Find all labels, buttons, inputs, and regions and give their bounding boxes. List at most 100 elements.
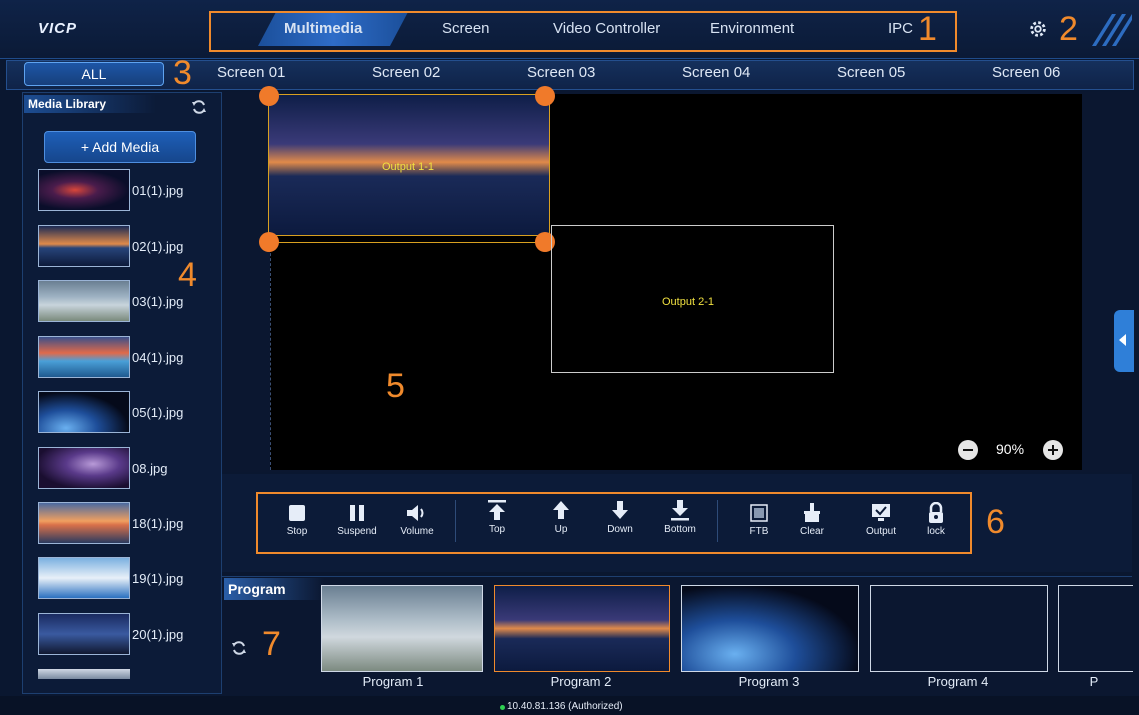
up-label: Up [554,524,568,535]
move-bottom-icon [671,500,689,521]
monitor-check-icon [872,504,890,521]
ftb-button[interactable]: FTB [730,498,788,546]
media-item[interactable]: 20(1).jpg [38,613,208,657]
media-thumbnail [38,336,130,378]
zoom-out-button[interactable] [958,440,978,460]
move-up-icon [553,501,569,519]
add-media-button[interactable]: + Add Media [44,131,196,163]
gear-icon[interactable] [1027,18,1049,40]
annotation-number-1: 1 [918,10,937,48]
screen-tab-04[interactable]: Screen 04 [682,64,750,81]
volume-icon [407,505,424,521]
screen-tab-03[interactable]: Screen 03 [527,64,595,81]
move-top-icon [488,500,506,520]
media-item[interactable]: 08.jpg [38,447,208,491]
output-button[interactable]: Output [852,498,910,546]
lock-icon [929,502,943,523]
toolbar-separator [717,500,718,542]
media-item[interactable]: 04(1).jpg [38,336,208,380]
media-item-label: 01(1).jpg [132,183,184,198]
output-label-1: Output 1-1 [382,161,434,173]
move-down-icon [612,501,628,519]
decorative-stripes [1092,14,1132,46]
down-label: Down [607,524,633,535]
program-title: Program [224,578,324,600]
bottom-button[interactable]: Bottom [651,494,709,542]
app-logo: VICP [38,20,78,37]
resize-handle-top-left[interactable] [259,86,279,106]
resize-handle-bottom-left[interactable] [259,232,279,252]
top-label: Top [488,524,506,535]
refresh-icon[interactable] [231,640,247,656]
program-slot-3[interactable] [681,585,859,672]
up-button[interactable]: Up [532,494,590,542]
suspend-label: Suspend [337,526,377,537]
media-item-label: 20(1).jpg [132,627,184,642]
clear-button[interactable]: Clear [783,498,841,546]
media-item[interactable]: 01(1).jpg [38,169,208,213]
program-slot-2[interactable] [494,585,670,672]
media-thumbnail [38,613,130,655]
all-screens-button[interactable]: ALL [24,62,164,86]
broom-icon [804,503,820,522]
resize-handle-top-right[interactable] [535,86,555,106]
media-item-label: 18(1).jpg [132,516,184,531]
media-item-label: 19(1).jpg [132,571,184,586]
lock-button[interactable]: lock [907,498,965,546]
program-label-1: Program 1 [362,674,424,689]
volume-label: Volume [400,526,434,537]
annotation-box-1 [209,11,957,52]
media-thumbnail [38,280,130,322]
output-label-2: Output 2-1 [662,296,714,308]
output-window-1-bar [268,234,550,243]
annotation-number-5: 5 [386,367,405,405]
volume-button[interactable]: Volume [388,498,446,546]
refresh-icon[interactable] [191,99,207,115]
media-thumbnail [38,169,130,211]
stop-button[interactable]: Stop [268,498,326,546]
media-item-label: 05(1).jpg [132,405,184,420]
ftb-icon [750,504,768,522]
media-thumbnail-partial[interactable] [38,669,130,679]
media-item[interactable]: 19(1).jpg [38,557,208,601]
media-item[interactable]: 18(1).jpg [38,502,208,546]
side-panel-toggle[interactable] [1114,310,1134,372]
media-item-label: 04(1).jpg [132,350,184,365]
zoom-in-button[interactable] [1043,440,1063,460]
screen-tab-02[interactable]: Screen 02 [372,64,440,81]
clear-label: Clear [800,526,824,537]
connection-status: 10.40.81.136 (Authorized) [507,701,623,712]
suspend-button[interactable]: Suspend [328,498,386,546]
screen-tab-06[interactable]: Screen 06 [992,64,1060,81]
output-label: Output [865,526,897,537]
media-item[interactable]: 05(1).jpg [38,391,208,435]
media-thumbnail [38,225,130,267]
program-slot-5[interactable] [1058,585,1133,672]
program-slot-1[interactable] [321,585,483,672]
lock-label: lock [927,526,945,537]
annotation-number-6: 6 [986,503,1005,541]
screen-tab-01[interactable]: Screen 01 [217,64,285,81]
zoom-level: 90% [996,441,1025,457]
media-item-label: 03(1).jpg [132,294,184,309]
down-button[interactable]: Down [591,494,649,542]
stop-icon [289,505,305,521]
program-slot-4[interactable] [870,585,1048,672]
ftb-label: FTB [749,526,769,537]
media-thumbnail [38,502,130,544]
bottom-label: Bottom [664,524,696,535]
stop-label: Stop [286,526,308,537]
media-item-label: 08.jpg [132,461,168,476]
toolbar-separator [455,500,456,542]
media-thumbnail [38,557,130,599]
program-label-5: P [1089,674,1099,689]
top-button[interactable]: Top [468,494,526,542]
media-thumbnail [38,447,130,489]
annotation-number-4: 4 [178,256,197,294]
media-thumbnail [38,391,130,433]
connection-status-dot [500,705,505,710]
media-item-label: 02(1).jpg [132,239,184,254]
screen-tab-05[interactable]: Screen 05 [837,64,905,81]
program-label-3: Program 3 [738,674,800,689]
annotation-number-7: 7 [262,625,281,663]
